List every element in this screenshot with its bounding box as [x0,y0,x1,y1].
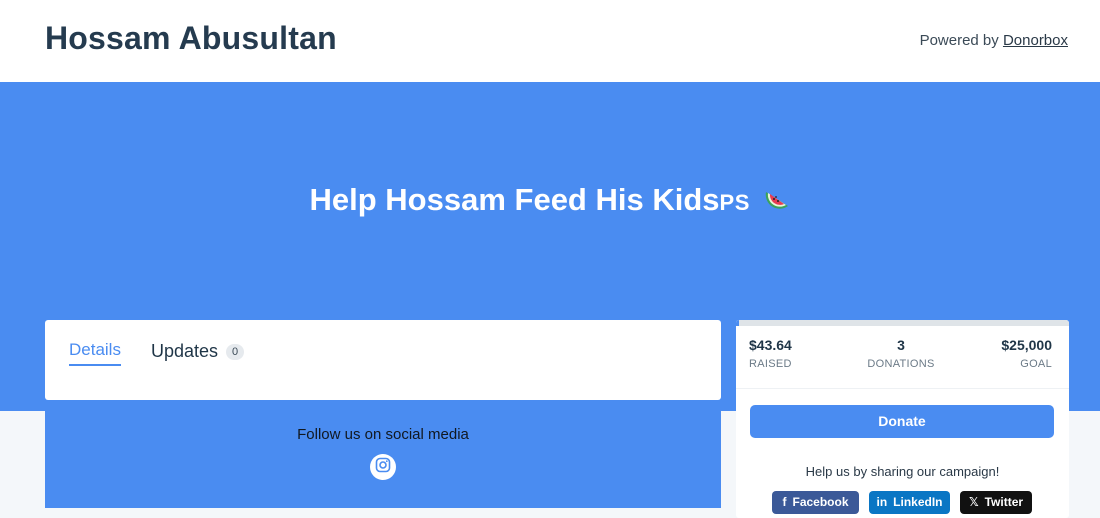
tabs-card: Details Updates 0 [45,320,721,400]
updates-count-badge: 0 [226,344,245,360]
linkedin-label: LinkedIn [893,495,943,509]
campaign-title-text: Help Hossam Feed His Kids [309,182,720,217]
powered-by-prefix: Powered by [919,32,999,49]
stat-raised: $43.64 RAISED [749,337,792,370]
share-twitter-button[interactable]: 𝕏 Twitter [960,491,1032,514]
tab-details[interactable]: Details [69,340,121,366]
share-linkedin-button[interactable]: in LinkedIn [869,491,950,514]
donations-label: DONATIONS [867,358,935,370]
stat-donations: 3 DONATIONS [846,337,956,370]
donate-button[interactable]: Donate [750,405,1054,438]
share-facebook-button[interactable]: f Facebook [772,491,859,514]
donations-value: 3 [897,337,905,353]
facebook-icon: f [782,495,787,509]
goal-value: $25,000 [1001,337,1052,353]
social-media-section: Follow us on social media [45,410,721,508]
social-media-label: Follow us on social media [297,426,469,443]
share-buttons: f Facebook in LinkedIn 𝕏 Twitter [736,491,1069,515]
top-header: Hossam Abusultan Powered by Donorbox [0,0,1100,82]
tab-updates-label: Updates [151,341,219,361]
twitter-label: Twitter [984,495,1024,509]
goal-label: GOAL [1020,358,1052,370]
campaign-title-suffix: PS [719,190,750,215]
stat-goal: $25,000 GOAL [1001,337,1052,370]
powered-by: Powered by Donorbox [920,32,1068,49]
raised-label: RAISED [749,358,792,370]
linkedin-icon: in [876,495,888,509]
tab-updates[interactable]: Updates 0 [151,341,245,362]
x-icon: 𝕏 [968,495,979,509]
share-prompt: Help us by sharing our campaign! [805,464,1000,479]
progress-track [736,320,1069,326]
campaign-title: Help Hossam Feed His KidsPS [0,182,1100,222]
organization-name: Hossam Abusultan [45,20,337,56]
divider [736,388,1069,389]
donorbox-link[interactable]: Donorbox [1003,32,1068,49]
progress-fill [736,320,739,326]
facebook-label: Facebook [792,495,849,509]
watermelon-icon [763,186,791,222]
raised-value: $43.64 [749,337,792,353]
donation-stats-card: $43.64 RAISED 3 DONATIONS $25,000 GOAL D… [736,320,1069,518]
instagram-icon [375,457,391,478]
instagram-button[interactable] [370,454,396,480]
